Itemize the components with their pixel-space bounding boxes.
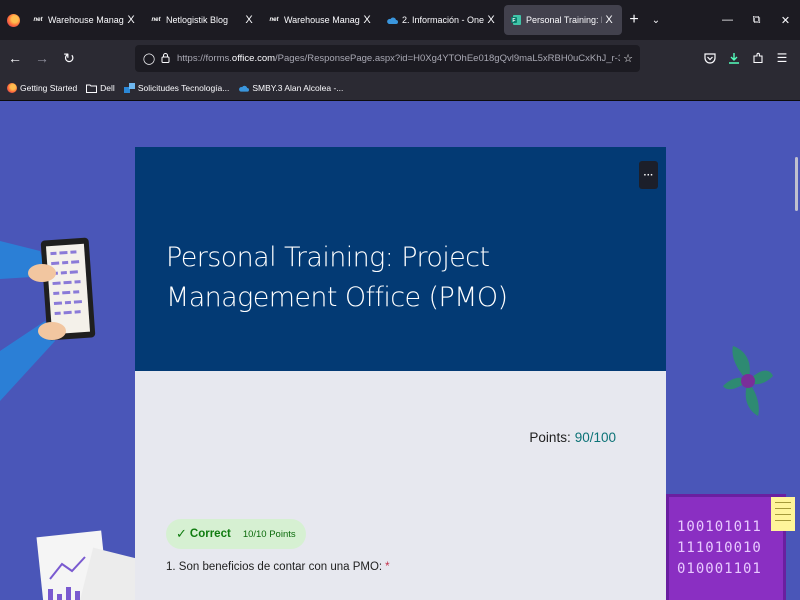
tab-personal-training[interactable]: F Personal Training: Project X [504, 5, 622, 35]
chart-paper-illustration [36, 530, 150, 600]
close-icon[interactable]: X [360, 14, 374, 26]
forward-arrow-icon[interactable]: → [30, 46, 54, 70]
new-tab-button[interactable]: + [622, 11, 646, 29]
bookmark-solicitudes[interactable]: Solicitudes Tecnología... [123, 82, 229, 94]
download-icon[interactable] [722, 46, 746, 70]
form-card: ··· Personal Training: Project Managemen… [135, 147, 666, 600]
correct-badge: ✓ Correct 10/10 Points [166, 519, 306, 549]
puzzle-icon [123, 82, 135, 94]
onedrive-icon [386, 14, 398, 26]
lock-icon[interactable] [157, 52, 173, 66]
tab-onedrive[interactable]: 2. Información - OneDrive X [380, 5, 504, 35]
bookmarks-toolbar: Getting Started Dell Solicitudes Tecnolo… [0, 76, 800, 101]
tab-warehouse-management-2[interactable]: net Warehouse Management X [262, 5, 380, 35]
extensions-icon[interactable] [746, 46, 770, 70]
reload-icon[interactable]: ↻ [57, 46, 81, 70]
binary-line: 100101011 [677, 519, 762, 535]
binary-line: 010001101 [677, 561, 762, 577]
bookmark-star-icon[interactable]: ☆ [620, 52, 636, 65]
points-value: 90/100 [574, 430, 616, 445]
form-page: ··· Personal Training: Project Managemen… [0, 101, 800, 600]
close-icon[interactable]: X [242, 14, 256, 26]
firefox-menu-icon[interactable] [0, 0, 26, 40]
tab-warehouse-management-1[interactable]: net Warehouse Management X [26, 5, 144, 35]
navigation-toolbar: ← → ↻ ◯ https://forms.office.com/Pages/R… [0, 40, 800, 76]
close-icon[interactable]: X [602, 14, 616, 26]
forms-icon: F [510, 14, 522, 26]
result-points: 10/10 Points [242, 528, 296, 540]
question-title: 1. Son beneficios de contar con una PMO:… [166, 561, 390, 573]
points-summary: Points: 90/100 [529, 430, 616, 445]
page-scrollbar[interactable] [795, 157, 798, 211]
close-window-icon[interactable]: ✕ [771, 0, 800, 40]
restore-icon[interactable]: ⧉ [742, 0, 771, 40]
leaf-illustration [723, 346, 773, 416]
required-marker: * [385, 561, 390, 573]
close-icon[interactable]: X [124, 14, 138, 26]
close-icon[interactable]: X [484, 14, 498, 26]
minimize-icon[interactable]: — [713, 0, 742, 40]
points-label: Points: [529, 430, 571, 445]
net-favicon-icon: net [151, 17, 161, 23]
tab-netlogistik-blog[interactable]: net Netlogistik Blog X [144, 5, 262, 35]
bookmark-dell[interactable]: Dell [86, 83, 115, 94]
net-favicon-icon: net [269, 17, 279, 23]
pocket-icon[interactable] [698, 46, 722, 70]
url-text: https://forms.office.com/Pages/ResponseP… [177, 53, 620, 64]
result-label: Correct [189, 528, 231, 540]
firefox-icon [6, 83, 17, 94]
binary-code-tile: 100101011 111010010 010001101 [666, 494, 786, 600]
binary-line: 111010010 [677, 540, 762, 556]
toolbar-right: ☰ [698, 46, 794, 70]
folder-icon [86, 83, 98, 94]
question-number: 1. [166, 561, 176, 573]
menu-icon[interactable]: ☰ [770, 46, 794, 70]
sticky-note [771, 497, 795, 531]
svg-text:F: F [512, 18, 515, 24]
window-controls: — ⧉ ✕ [713, 0, 800, 40]
form-title: Personal Training: Project Management Of… [166, 242, 508, 313]
tab-bar: net Warehouse Management X net Netlogist… [0, 0, 800, 40]
shield-icon[interactable]: ◯ [141, 52, 157, 65]
bookmark-getting-started[interactable]: Getting Started [6, 83, 77, 94]
form-header: ··· Personal Training: Project Managemen… [135, 147, 666, 371]
onedrive-icon [238, 83, 250, 94]
list-all-tabs-icon[interactable]: ⌄ [646, 15, 666, 26]
back-arrow-icon[interactable]: ← [3, 46, 27, 70]
checkmark-icon: ✓ [176, 526, 187, 541]
bookmark-smby[interactable]: SMBY.3 Alan Alcolea -... [238, 83, 343, 94]
more-options-button[interactable]: ··· [639, 161, 658, 189]
net-favicon-icon: net [33, 17, 43, 23]
tablet-illustration [0, 237, 96, 401]
question-text: Son beneficios de contar con una PMO: [178, 561, 383, 573]
address-bar[interactable]: ◯ https://forms.office.com/Pages/Respons… [135, 45, 640, 72]
